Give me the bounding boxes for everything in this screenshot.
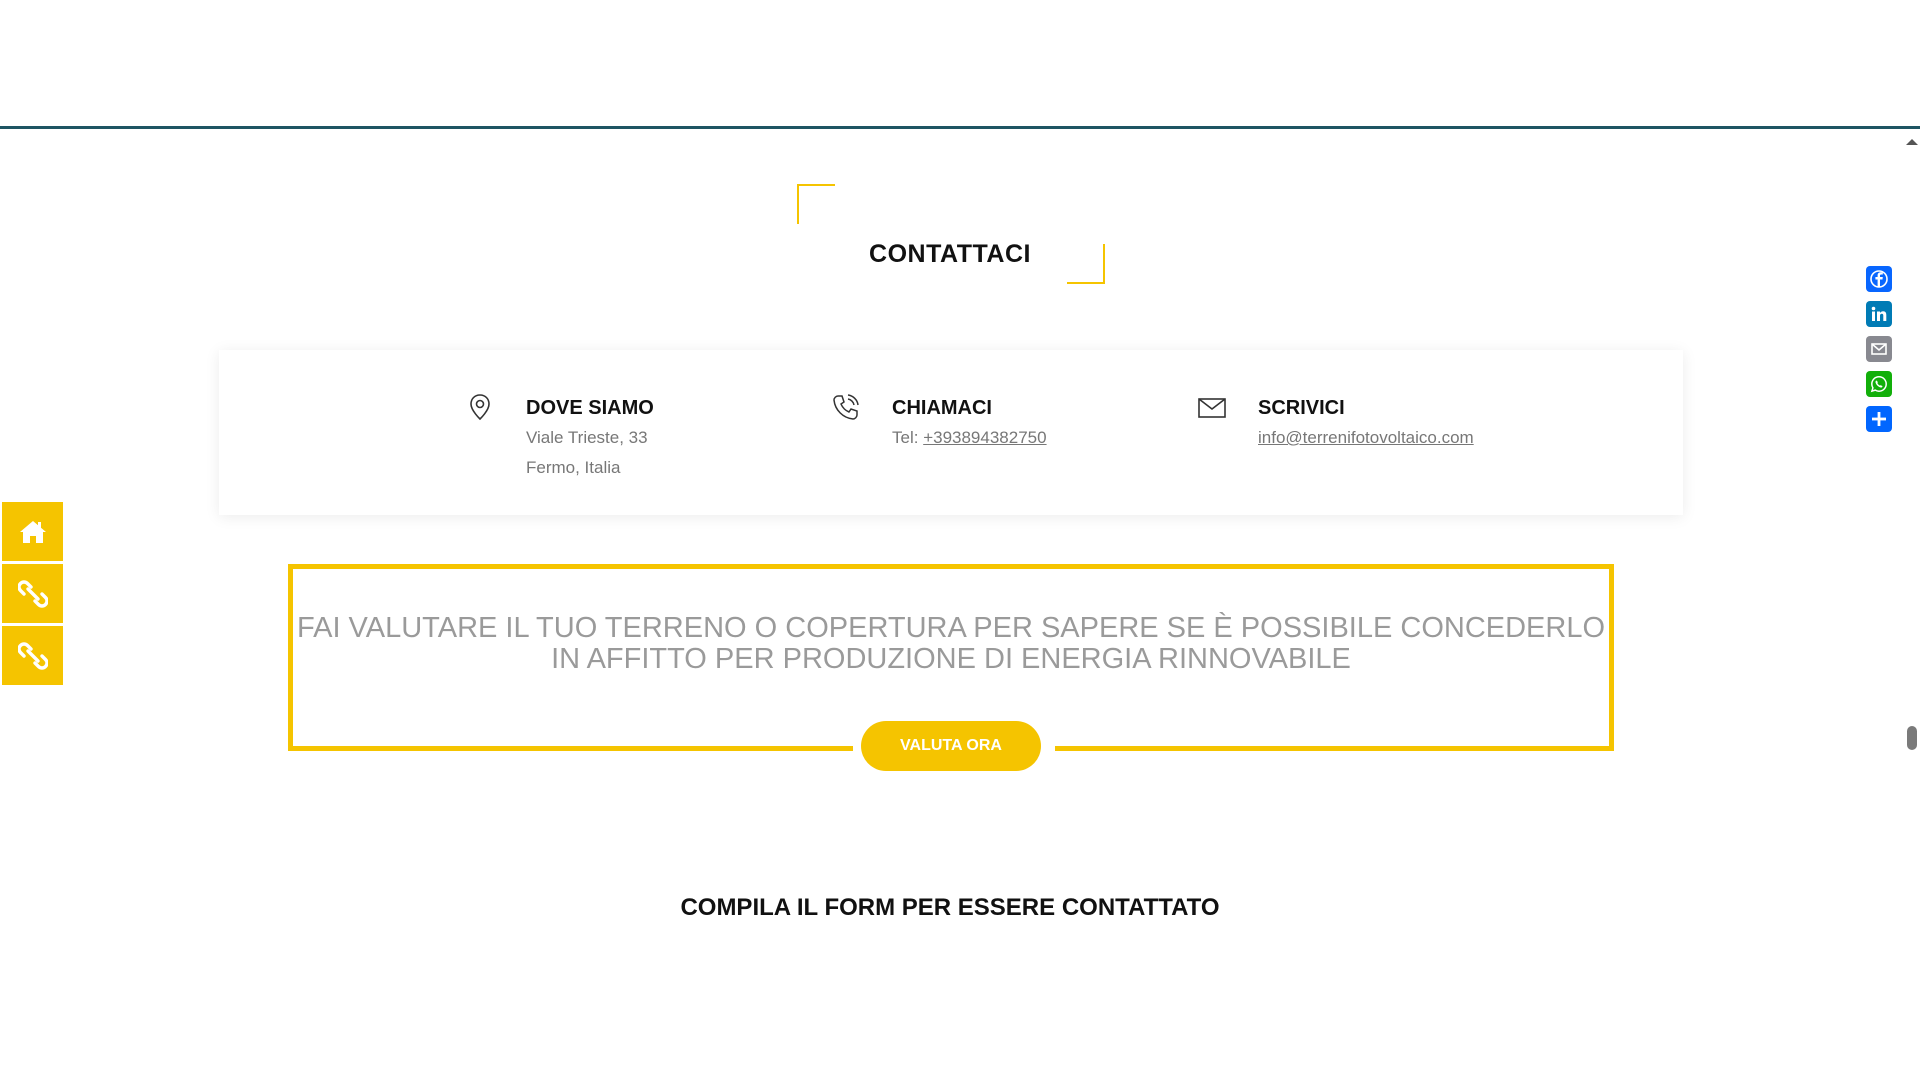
facebook-icon [1870, 270, 1888, 288]
location-pin-icon [470, 394, 490, 421]
rail-link-button-2[interactable] [2, 626, 63, 685]
cta-text-line-1: FAI VALUTARE IL TUO TERRENO O COPERTURA … [296, 612, 1606, 644]
phone-icon [833, 394, 859, 420]
rail-home-button[interactable] [2, 502, 63, 561]
whatsapp-icon [1870, 376, 1887, 393]
share-rail [1866, 266, 1892, 441]
header-bar [0, 0, 1920, 129]
contact-where-title: DOVE SIAMO [526, 397, 654, 419]
form-title: COMPILA IL FORM PER ESSERE CONTATTATO [680, 894, 1220, 921]
address-line-1: Viale Trieste, 33 [526, 428, 648, 447]
scroll-up-arrow-icon[interactable] [1906, 139, 1918, 145]
phone-line: Tel: +393894382750 [892, 428, 1047, 448]
link-icon [17, 579, 48, 608]
page: CONTATTACI DOVE SIAMO Viale Trieste, 33 … [0, 0, 1920, 1080]
contact-write-title: SCRIVICI [1258, 397, 1345, 419]
title-corner-top-left [797, 184, 835, 224]
share-more-button[interactable] [1866, 406, 1892, 432]
share-whatsapp-button[interactable] [1866, 371, 1892, 397]
share-facebook-button[interactable] [1866, 266, 1892, 292]
link-icon [17, 641, 48, 670]
scrollbar-thumb[interactable] [1907, 726, 1917, 750]
share-plus-icon [1872, 412, 1886, 426]
contact-call-title: CHIAMACI [892, 397, 992, 419]
share-email-button[interactable] [1866, 336, 1892, 362]
phone-link[interactable]: +393894382750 [923, 428, 1046, 447]
email-link[interactable]: info@terrenifotovoltaico.com [1258, 428, 1474, 447]
scrollbar[interactable] [1904, 131, 1920, 1080]
valuta-ora-button[interactable]: VALUTA ORA [861, 721, 1041, 771]
home-icon [19, 520, 46, 543]
rail-link-button-1[interactable] [2, 564, 63, 623]
linkedin-icon [1871, 306, 1887, 321]
cta-text-line-2: IN AFFITTO PER PRODUZIONE DI ENERGIA RIN… [551, 643, 1351, 675]
address-line-2: Fermo, Italia [526, 458, 621, 477]
email-line: info@terrenifotovoltaico.com [1258, 428, 1474, 448]
share-linkedin-button[interactable] [1866, 301, 1892, 327]
tel-label: Tel: [892, 428, 924, 447]
envelope-icon [1198, 398, 1226, 418]
email-icon [1871, 343, 1887, 355]
section-title: CONTATTACI [869, 240, 1031, 268]
contact-card: DOVE SIAMO Viale Trieste, 33 Fermo, Ital… [219, 350, 1683, 515]
left-quick-rail [2, 502, 63, 688]
cta-text: FAI VALUTARE IL TUO TERRENO O COPERTURA … [293, 613, 1609, 675]
